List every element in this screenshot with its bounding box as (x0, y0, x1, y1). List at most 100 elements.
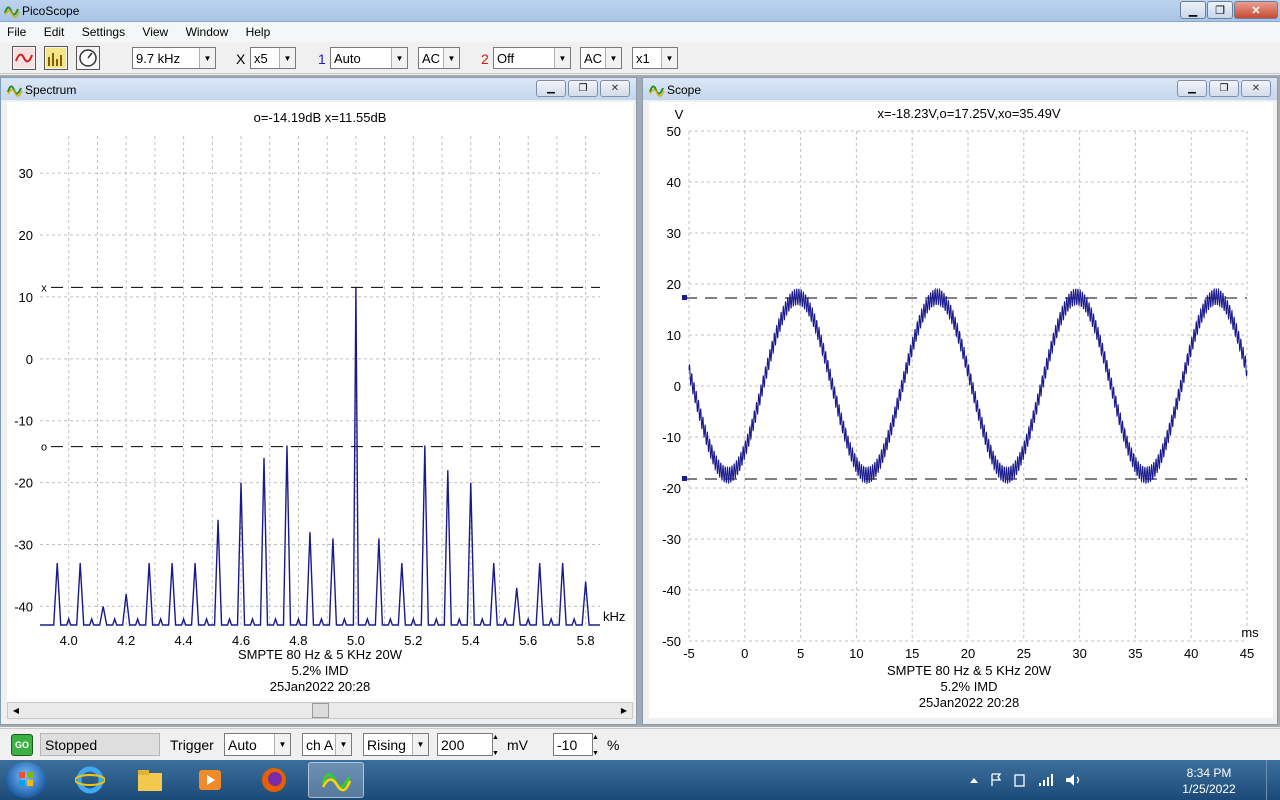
scrollbar-thumb[interactable] (312, 703, 329, 718)
minimize-icon: ▁ (1188, 4, 1198, 17)
y-tick-label: 40 (667, 175, 681, 190)
scope-plot[interactable]: -5 0 5 10 15 20 25 30 35 40 45 50 40 30 20 10 0 -10 -20 -30… (649, 102, 1273, 718)
x-tick-label: 40 (1184, 646, 1198, 661)
close-icon: ✕ (1251, 83, 1261, 94)
tray-icons (970, 773, 1080, 787)
close-button[interactable]: ✕ (1234, 1, 1278, 19)
chevron-down-icon: ▼ (199, 48, 215, 68)
internet-explorer-button[interactable] (62, 762, 118, 798)
chevron-down-icon: ▼ (661, 48, 677, 68)
menu-settings[interactable]: Settings (75, 22, 132, 39)
channel-2-range-select[interactable]: Off ▼ (493, 47, 571, 69)
trigger-channel-select[interactable]: ch A ▼ (302, 733, 352, 756)
spectrum-readout: o=-14.19dB x=11.55dB (253, 110, 387, 125)
restore-icon: ❐ (578, 83, 588, 94)
maximize-button[interactable]: ❐ (1207, 1, 1233, 19)
x-tick-label: 5 (797, 646, 804, 661)
x-multiplier-value: x5 (254, 51, 268, 66)
scope-minimize-button[interactable]: ▁ (1177, 80, 1207, 97)
trigger-level-input[interactable]: 200 ▲ ▼ (437, 733, 499, 757)
y-tick-label: -50 (662, 634, 681, 649)
usb-device-icon (1014, 774, 1025, 787)
spinner-arrows-icon[interactable]: ▲ ▼ (492, 734, 504, 757)
menu-view[interactable]: View (135, 22, 175, 39)
meter-mode-button[interactable] (76, 46, 100, 70)
channel-1-range-value: Auto (334, 51, 361, 66)
firefox-icon (262, 768, 286, 792)
menu-window[interactable]: Window (179, 22, 236, 39)
multiplier-select[interactable]: x1 ▼ (632, 47, 678, 69)
x-tick-label: 5.6 (519, 633, 537, 648)
caption-line: 5.2% IMD (291, 663, 349, 678)
x-tick-label: 35 (1128, 646, 1142, 661)
close-icon: ✕ (610, 83, 620, 94)
firefox-button[interactable] (246, 762, 302, 798)
marker-handle (682, 295, 687, 301)
taskbar-clock[interactable]: 8:34 PM 1/25/2022 (1164, 765, 1254, 797)
x-multiplier-select[interactable]: x5 ▼ (250, 47, 296, 69)
spectrum-plot[interactable]: 4.0 4.2 4.4 4.6 4.8 5.0 5.2 5.4 5.6 5.8 30 20 10 0 -10… (7, 102, 633, 702)
picoscope-taskbar-button[interactable] (308, 762, 364, 798)
trigger-edge-select[interactable]: Rising ▼ (363, 733, 429, 756)
channel-1-range-select[interactable]: Auto ▼ (330, 47, 408, 69)
menu-help[interactable]: Help (239, 22, 278, 39)
trigger-label: Trigger (170, 737, 214, 753)
x-tick-label: 5.0 (347, 633, 365, 648)
trigger-edge-value: Rising (367, 737, 406, 753)
marker-handle (682, 475, 687, 481)
channel-2-label: 2 (481, 51, 489, 67)
spectrum-title: Spectrum (25, 83, 77, 97)
y-tick-label: -40 (662, 583, 681, 598)
x-axis-label: ms (1241, 625, 1259, 640)
go-button[interactable]: GO (11, 734, 33, 756)
y-tick-label: -10 (14, 414, 33, 429)
y-tick-label: 50 (667, 124, 681, 139)
show-desktop-button[interactable] (1266, 760, 1280, 800)
channel-2-coupling-select[interactable]: AC ▼ (580, 47, 622, 69)
pretrigger-input[interactable]: -10 ▲ ▼ (553, 733, 599, 757)
spectrum-close-button[interactable]: ✕ (600, 80, 630, 97)
scope-maximize-button[interactable]: ❐ (1209, 80, 1239, 97)
pretrigger-value: -10 (557, 737, 578, 753)
trigger-mode-select[interactable]: Auto ▼ (224, 733, 291, 756)
picoscope-app-icon (4, 6, 20, 18)
window-title: PicoScope (22, 4, 80, 18)
start-orb-icon[interactable] (6, 762, 46, 798)
spectrum-horizontal-scrollbar[interactable]: ◀ ▶ (7, 702, 633, 719)
spectrum-maximize-button[interactable]: ❐ (568, 80, 598, 97)
spectrum-minimize-button[interactable]: ▁ (536, 80, 566, 97)
scope-window: Scope ▁ ❐ ✕ -5 0 5 10 15 20 25 30 35 40 45 50 40 30 20… (642, 77, 1278, 725)
menu-edit[interactable]: Edit (37, 22, 72, 39)
spectrum-mode-button[interactable] (44, 46, 68, 70)
y-tick-label: -20 (14, 476, 33, 491)
x-tick-label: 10 (849, 646, 863, 661)
picoscope-icon (7, 85, 23, 97)
caption-line: 25Jan2022 20:28 (918, 695, 1020, 710)
x-tick-label: 5.8 (577, 633, 595, 648)
media-player-button[interactable] (182, 762, 238, 798)
x-tick-label: 4.6 (232, 633, 250, 648)
x-tick-label: 5.2 (404, 633, 422, 648)
file-explorer-icon (138, 770, 162, 791)
channel-2-range-value: Off (497, 51, 515, 66)
scope-mode-button[interactable] (12, 46, 36, 70)
x-tick-label: 4.2 (117, 633, 135, 648)
scroll-right-icon[interactable]: ▶ (616, 703, 632, 718)
spinner-arrows-icon[interactable]: ▲ ▼ (592, 734, 604, 757)
scope-caption: SMPTE 80 Hz & 5 KHz 20W 5.2% IMD 25Jan20… (649, 663, 1280, 711)
channel-1-label: 1 (318, 51, 326, 67)
spectrum-titlebar: Spectrum ▁ ❐ ✕ (1, 78, 636, 100)
file-explorer-button[interactable] (122, 762, 178, 798)
scroll-left-icon[interactable]: ◀ (8, 703, 24, 718)
status-bar: GO Stopped Trigger Auto ▼ ch A ▼ Rising … (0, 728, 1280, 760)
clock-time: 8:34 PM (1186, 766, 1232, 780)
minimize-button[interactable]: ▁ (1180, 1, 1206, 19)
clock-date: 1/25/2022 (1182, 782, 1236, 796)
menu-file[interactable]: File (0, 22, 33, 39)
marker-label: o (41, 442, 47, 454)
channel-1-coupling-select[interactable]: AC ▼ (418, 47, 460, 69)
volume-icon (1066, 774, 1074, 786)
picoscope-icon (321, 773, 351, 792)
scope-close-button[interactable]: ✕ (1241, 80, 1271, 97)
timebase-select[interactable]: 9.7 kHz ▼ (132, 47, 216, 69)
